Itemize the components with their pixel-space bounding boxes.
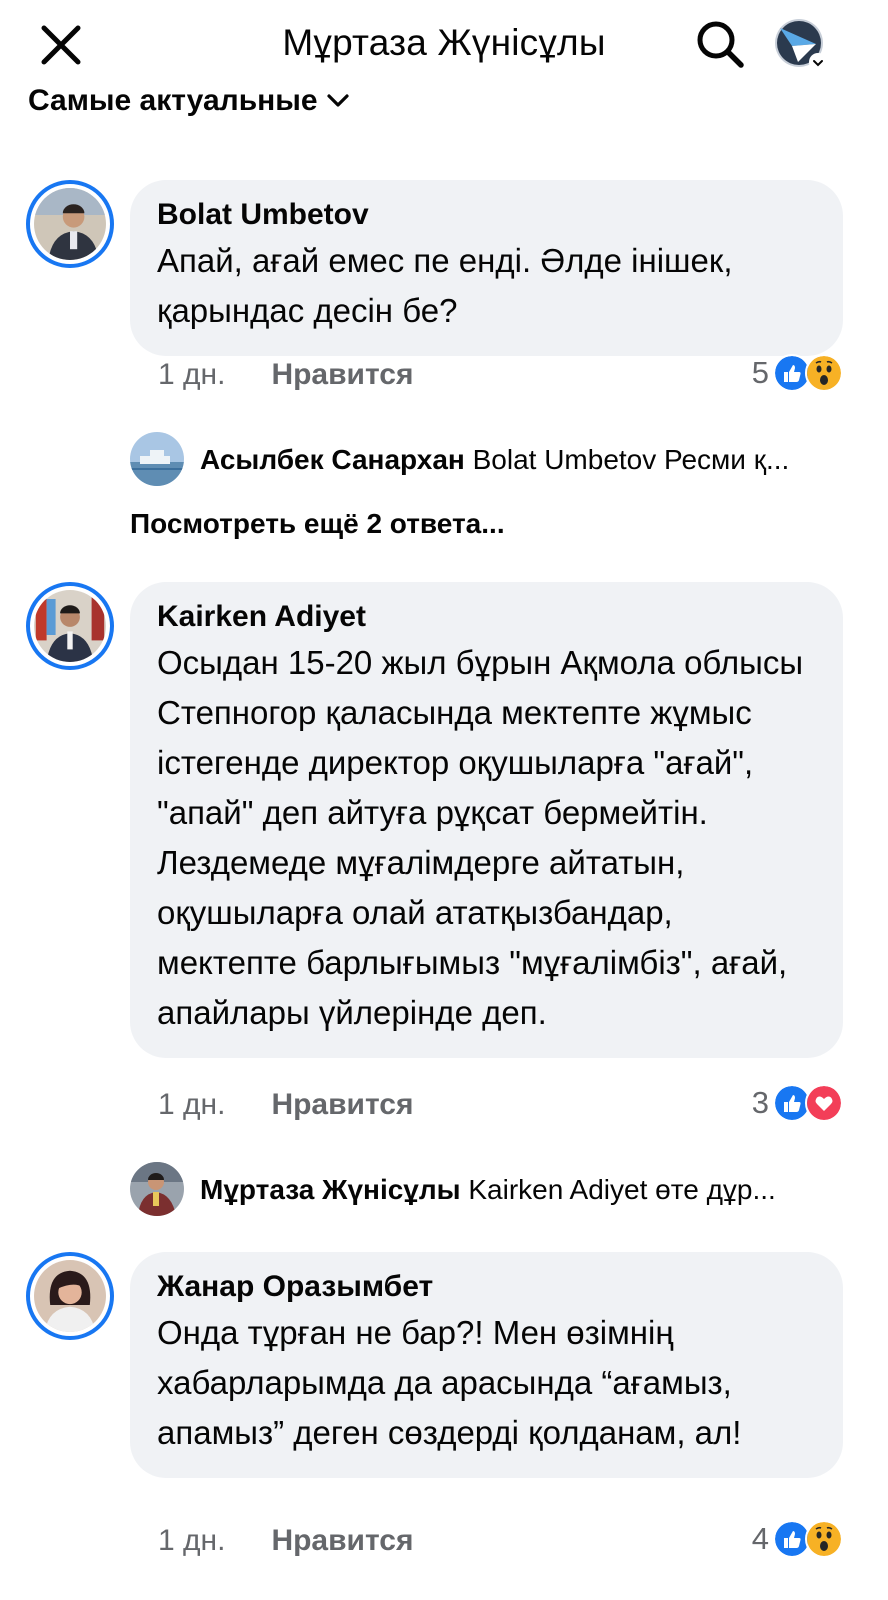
wow-reaction-icon bbox=[805, 354, 843, 392]
comment-text: Осыдан 15-20 жыл бұрын Ақмола облысы Сте… bbox=[157, 644, 804, 1031]
reaction-summary[interactable]: 5 bbox=[752, 354, 843, 392]
comment-actions: 1 дн. Нравится bbox=[158, 358, 413, 392]
chevron-down-icon bbox=[326, 94, 349, 107]
comment-author[interactable]: Kairken Adiyet bbox=[157, 600, 817, 634]
like-button[interactable]: Нравится bbox=[271, 1088, 413, 1122]
comment-time[interactable]: 1 дн. bbox=[158, 1088, 225, 1122]
avatar[interactable] bbox=[26, 582, 114, 670]
comment-author[interactable]: Жанар Оразымбет bbox=[157, 1270, 817, 1304]
reaction-count: 3 bbox=[751, 1085, 769, 1120]
wow-reaction-icon bbox=[805, 1520, 843, 1558]
search-icon[interactable] bbox=[694, 18, 746, 70]
profile-switcher-button[interactable] bbox=[772, 16, 830, 74]
reaction-summary[interactable]: 3 bbox=[752, 1084, 843, 1122]
reply-preview[interactable]: Мұртаза Жүнісұлы Kairken Adiyet өте дұр.… bbox=[200, 1174, 845, 1206]
page-title: Мұртаза Жүнісұлы bbox=[282, 22, 606, 63]
love-reaction-icon bbox=[805, 1084, 843, 1122]
comment-author[interactable]: Bolat Umbetov bbox=[157, 198, 817, 232]
top-bar: Мұртаза Жүнісұлы bbox=[0, 0, 888, 88]
sort-label: Самые актуальные bbox=[28, 84, 318, 117]
reply-author: Асылбек Санархан bbox=[200, 444, 465, 475]
reply-avatar[interactable] bbox=[130, 432, 184, 486]
comment-bubble: Kairken Adiyet Осыдан 15-20 жыл бұрын Ақ… bbox=[130, 582, 843, 1058]
reply-author: Мұртаза Жүнісұлы bbox=[200, 1174, 461, 1205]
comment-text: Апай, ағай емес пе енді. Әлде інішек, қа… bbox=[157, 242, 733, 329]
comment-time[interactable]: 1 дн. bbox=[158, 358, 225, 392]
avatar[interactable] bbox=[26, 1252, 114, 1340]
reaction-count: 5 bbox=[751, 355, 769, 390]
reaction-count: 4 bbox=[751, 1521, 769, 1556]
reply-preview[interactable]: Асылбек Санархан Bolat Umbetov Ресми қ..… bbox=[200, 444, 845, 476]
reply-text: Bolat Umbetov Ресми қ... bbox=[472, 444, 790, 475]
comment-bubble: Жанар Оразымбет Онда тұрған не бар?! Мен… bbox=[130, 1252, 843, 1478]
reply-text: Kairken Adiyet өте дұр... bbox=[468, 1174, 776, 1205]
like-button[interactable]: Нравится bbox=[271, 1524, 413, 1558]
view-more-replies-link[interactable]: Посмотреть ещё 2 ответа... bbox=[130, 508, 505, 540]
sort-dropdown[interactable]: Самые актуальные bbox=[28, 84, 352, 118]
avatar[interactable] bbox=[26, 180, 114, 268]
comment-bubble: Bolat Umbetov Апай, ағай емес пе енді. Ә… bbox=[130, 180, 843, 356]
comment-actions: 1 дн. Нравится bbox=[158, 1088, 413, 1122]
comment-text: Онда тұрған не бар?! Мен өзімнің хабарла… bbox=[157, 1314, 742, 1451]
like-button[interactable]: Нравится bbox=[271, 358, 413, 392]
comment-time[interactable]: 1 дн. bbox=[158, 1524, 225, 1558]
reply-avatar[interactable] bbox=[130, 1162, 184, 1216]
reaction-summary[interactable]: 4 bbox=[752, 1520, 843, 1558]
comment-actions: 1 дн. Нравится bbox=[158, 1524, 413, 1558]
